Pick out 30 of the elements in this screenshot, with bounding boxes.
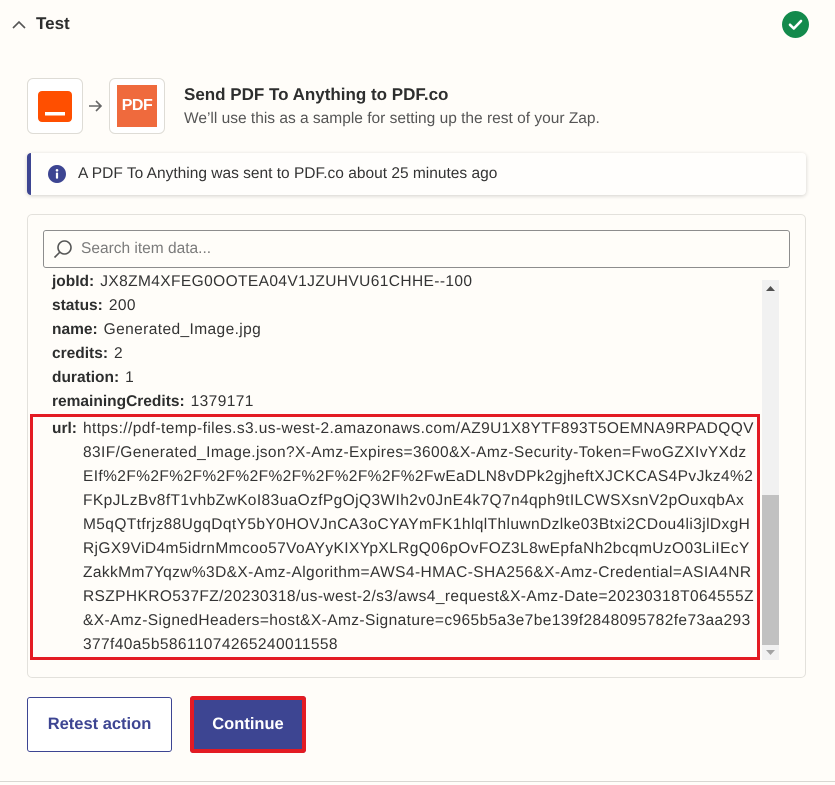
- field-value: 2: [114, 344, 124, 364]
- field-key: duration:: [52, 366, 120, 390]
- retest-button[interactable]: Retest action: [27, 697, 172, 752]
- scroll-down-arrow-icon[interactable]: [766, 650, 775, 655]
- info-text: A PDF To Anything was sent to PDF.co about 25 minutes ago: [78, 164, 498, 184]
- field-value: 1: [125, 368, 136, 388]
- field-key: jobId:: [52, 270, 94, 294]
- field-value: https://pdf-temp-files.s3.us-west-2.amazonaws.com/AZ9U1X8YTF893T5OEMNA9RPADQQV83IF/Generated_Image.json?X-Amz-Expires=3600&X-Amz-Security-Token=FwoGZXIvYXdzEIf%2F%2F%2F%2F%2F%2F%2F%2F%2F%2FwEaDLN8vDPk2gjheftXJCKCAS4PvJkz4%2FKpJLzBv8fT1vhbZwKoI83uaOzfPgOjQ3WIh2v0JnE4k7Q7n4qph9tILCWSXsnV2pOuxqbAxM5qQTtfrjz88UgqDqtY5bY0HOVJnCA3oCYAYmFK1hlqlThluwnDzlke03Btxi2CDou4li3jlDxgHRjGX9ViD4m5idrnMmcoo57VoAYyKIXYpXLRgQ06pOvFOZ3L8wEpfaNh2bcqmUzO03LiIEcYZakkMm7Yqzw%3D&X-Amz-Algorithm=AWS4-HMAC-SHA256&X-Amz-Credential=ASIA4NRRSZPHKRO537FZ/20230318/us-west-2/s3/aws4_request&X-Amz-Date=20230318T064555Z&X-Amz-SignedHeaders=host&X-Amz-Signature=c965b5a3e7be139f2848095782fe73aa293377f40a5b58611074265240011558: [82, 419, 755, 655]
- section-toggle[interactable]: Test: [12, 11, 70, 37]
- field-value: Generated_Image.jpg: [104, 320, 262, 340]
- field-value: 1379171: [190, 392, 255, 412]
- field-value: JX8ZM4XFEG0OOTEA04V1JZUHVU61CHHE--100: [100, 272, 474, 292]
- search-field[interactable]: Search item data...: [43, 230, 790, 268]
- app-icon: [27, 78, 83, 134]
- search-icon: [53, 239, 73, 259]
- continue-button[interactable]: Continue: [190, 696, 306, 753]
- scrollbar-thumb[interactable]: [762, 495, 779, 645]
- field-key: remainingCredits:: [52, 390, 185, 414]
- field-key: status:: [52, 294, 103, 318]
- scroll-up-arrow-icon[interactable]: [766, 286, 775, 291]
- field-value: 200: [108, 296, 137, 316]
- pdf-logo: PDF: [109, 78, 165, 134]
- field-key: name:: [52, 318, 98, 342]
- step-title: Send PDF To Anything to PDF.co: [184, 84, 450, 106]
- field-key: url:: [52, 417, 77, 657]
- scrollbar[interactable]: [762, 280, 779, 660]
- step-subtitle: We’ll use this as a sample for setting up the rest of your Zap.: [184, 108, 600, 128]
- arrow-right-icon: [89, 100, 103, 112]
- info-icon: [48, 165, 66, 183]
- field-key: credits:: [52, 342, 108, 366]
